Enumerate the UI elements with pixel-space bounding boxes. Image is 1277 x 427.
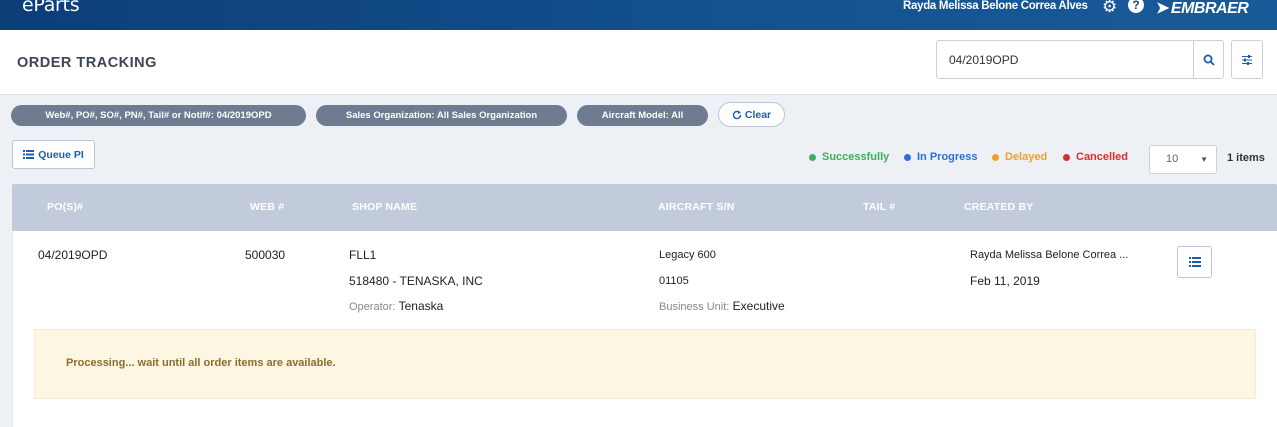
- page-header: ORDER TRACKING: [0, 30, 1277, 95]
- table-row[interactable]: 04/2019OPD 500030 FLL1 518480 - TENASKA,…: [12, 231, 1277, 427]
- gear-icon[interactable]: ⚙: [1102, 0, 1117, 17]
- top-bar: eParts Rayda Melissa Belone Correa Alves…: [0, 0, 1277, 30]
- queue-pi-label: Queue PI: [38, 148, 84, 161]
- business-unit-value: Executive: [732, 299, 785, 313]
- po-number: 04/2019OPD: [38, 248, 108, 262]
- legend-delayed: Delayed: [992, 151, 1047, 163]
- filter-chip-sales-org[interactable]: Sales Organization: All Sales Organizati…: [316, 105, 567, 126]
- legend-cancelled: Cancelled: [1063, 151, 1128, 163]
- web-number: 500030: [245, 248, 286, 262]
- column-header-web[interactable]: WEB #: [250, 201, 284, 213]
- legend-successfully: Successfully: [809, 151, 889, 163]
- operator-value: Tenaska: [398, 299, 444, 313]
- processing-notice: Processing... wait until all order items…: [34, 329, 1256, 399]
- items-count: 1 items: [1227, 152, 1265, 164]
- brand-logo: ➤ EMBRAER: [1156, 0, 1249, 18]
- status-dot-icon: [904, 153, 911, 161]
- column-header-shop-name[interactable]: SHOP NAME: [352, 201, 417, 213]
- business-unit: Business Unit: Executive: [659, 299, 785, 313]
- filter-chip-search[interactable]: Web#, PO#, SO#, PN#, Tail# or Notif#: 04…: [11, 105, 306, 126]
- filter-chip-aircraft-model[interactable]: Aircraft Model: All: [577, 105, 708, 126]
- legend-label: Successfully: [822, 151, 890, 163]
- operator-label: Operator:: [349, 301, 396, 313]
- sliders-icon: [1242, 54, 1252, 65]
- clear-label: Clear: [744, 108, 772, 121]
- queue-pi-button[interactable]: Queue PI: [12, 140, 95, 169]
- user-name[interactable]: Rayda Melissa Belone Correa Alves: [903, 0, 1088, 12]
- app-logo[interactable]: eParts: [22, 0, 80, 16]
- chevron-down-icon: ▼: [1200, 155, 1208, 164]
- page-size-value: 10: [1166, 153, 1179, 165]
- list-icon: [23, 150, 35, 159]
- search-icon: [1203, 54, 1215, 66]
- page-size-select[interactable]: 10 ▼: [1149, 145, 1217, 174]
- list-icon: [1188, 257, 1201, 267]
- status-dot-icon: [992, 153, 999, 161]
- brand-name: EMBRAER: [1170, 0, 1249, 17]
- advanced-filter-button[interactable]: [1231, 40, 1263, 79]
- legend-label: In Progress: [917, 151, 978, 163]
- aircraft-model: Legacy 600: [659, 249, 716, 261]
- legend-in-progress: In Progress: [904, 151, 978, 163]
- search-input[interactable]: [936, 40, 1194, 79]
- column-header-created-by[interactable]: CREATED BY: [964, 201, 1033, 213]
- status-dot-icon: [809, 153, 816, 161]
- table-header: PO(S)# WEB # SHOP NAME AIRCRAFT S/N TAIL…: [12, 184, 1277, 231]
- status-dot-icon: [1063, 153, 1070, 161]
- shop-name: 518480 - TENASKA, INC: [349, 274, 483, 288]
- order-details-button[interactable]: [1177, 246, 1212, 278]
- created-date: Feb 11, 2019: [970, 274, 1040, 288]
- aircraft-serial: 01105: [659, 275, 689, 287]
- processing-notice-text: Processing... wait until all order items…: [66, 357, 336, 369]
- created-by: Rayda Melissa Belone Correa ...: [970, 249, 1129, 261]
- column-header-tail[interactable]: TAIL #: [863, 201, 895, 213]
- legend-label: Cancelled: [1076, 151, 1128, 163]
- column-header-po[interactable]: PO(S)#: [47, 201, 83, 213]
- page-title: ORDER TRACKING: [17, 55, 157, 71]
- refresh-icon: [732, 110, 742, 119]
- legend-label: Delayed: [1005, 151, 1048, 163]
- brand-arrow-icon: ➤: [1156, 0, 1169, 17]
- search-button[interactable]: [1193, 40, 1224, 79]
- shop-code: FLL1: [349, 248, 377, 262]
- clear-filters-button[interactable]: Clear: [718, 102, 785, 127]
- operator: Operator: Tenaska: [349, 299, 443, 313]
- business-unit-label: Business Unit:: [659, 301, 730, 313]
- help-icon[interactable]: ?: [1128, 0, 1144, 13]
- column-header-aircraft-sn[interactable]: AIRCRAFT S/N: [658, 201, 734, 213]
